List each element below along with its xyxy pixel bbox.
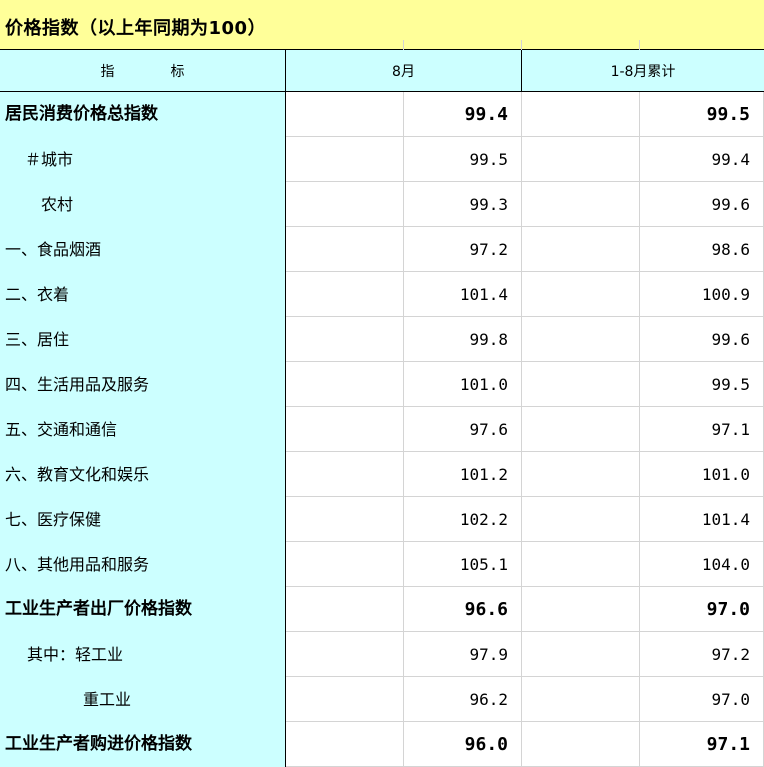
month-value[interactable]: 97.6 [404,407,508,452]
month-value[interactable]: 96.2 [404,677,508,722]
row-label[interactable]: 六、教育文化和娱乐 [0,452,149,497]
row-label[interactable]: 工业生产者出厂价格指数 [0,587,192,632]
row-label[interactable]: 三、居住 [0,317,69,362]
cumulative-value[interactable]: 98.6 [640,227,750,272]
header-cumulative[interactable]: 1-8月累计 [522,50,764,91]
grid-line [403,92,404,767]
cumulative-value[interactable]: 99.6 [640,317,750,362]
month-value[interactable]: 102.2 [404,497,508,542]
cumulative-value[interactable]: 100.9 [640,272,750,317]
month-value[interactable]: 99.4 [404,92,508,137]
row-label[interactable]: 农村 [0,182,73,227]
month-value[interactable]: 101.0 [404,362,508,407]
grid-line [639,92,640,767]
header-month[interactable]: 8月 [286,50,521,91]
sheet-title: 价格指数（以上年同期为100） [5,18,267,39]
cumulative-value[interactable]: 97.0 [640,677,750,722]
table-row: 一、食品烟酒 97.2 98.6 [0,227,764,272]
table-row: 二、衣着 101.4 100.9 [0,272,764,317]
cumulative-value[interactable]: 101.4 [640,497,750,542]
table-row: 五、交通和通信 97.6 97.1 [0,407,764,452]
row-label[interactable]: 二、衣着 [0,272,69,317]
table-row: 农村 99.3 99.6 [0,182,764,227]
row-label[interactable]: ＃城市 [0,137,73,182]
cumulative-value[interactable]: 99.6 [640,182,750,227]
header-indicator[interactable]: 指标 [0,50,285,91]
row-label[interactable]: 其中：轻工业 [0,632,123,677]
row-label[interactable]: 五、交通和通信 [0,407,117,452]
month-value[interactable]: 101.2 [404,452,508,497]
row-label[interactable]: 工业生产者购进价格指数 [0,722,192,767]
table-row: ＃城市 99.5 99.4 [0,137,764,182]
month-value[interactable]: 97.2 [404,227,508,272]
header-row: 指标 8月 1-8月累计 [0,50,764,92]
month-value[interactable]: 99.3 [404,182,508,227]
table-row: 工业生产者购进价格指数 96.0 97.1 [0,722,764,767]
month-value[interactable]: 96.0 [404,722,508,767]
row-label[interactable]: 居民消费价格总指数 [0,92,158,137]
price-index-sheet: 价格指数（以上年同期为100） 指标 8月 1-8月累计 居民消费价格总指数 99… [0,0,764,767]
table-row: 八、其他用品和服务 105.1 104.0 [0,542,764,587]
cumulative-value[interactable]: 97.0 [640,587,750,632]
month-value[interactable]: 105.1 [404,542,508,587]
row-label[interactable]: 一、食品烟酒 [0,227,101,272]
row-label[interactable]: 八、其他用品和服务 [0,542,149,587]
grid-line [521,92,522,767]
cumulative-value[interactable]: 104.0 [640,542,750,587]
table-row: 四、生活用品及服务 101.0 99.5 [0,362,764,407]
month-value[interactable]: 99.8 [404,317,508,362]
table-row: 三、居住 99.8 99.6 [0,317,764,362]
month-value[interactable]: 99.5 [404,137,508,182]
table-row: 居民消费价格总指数 99.4 99.5 [0,92,764,137]
row-label[interactable]: 重工业 [0,677,131,722]
cumulative-value[interactable]: 97.1 [640,722,750,767]
month-value[interactable]: 97.9 [404,632,508,677]
table-row: 工业生产者出厂价格指数 96.6 97.0 [0,587,764,632]
cumulative-value[interactable]: 99.5 [640,362,750,407]
row-label[interactable]: 七、医疗保健 [0,497,101,542]
grid-line [285,92,286,767]
title-row: 价格指数（以上年同期为100） [0,0,764,50]
cumulative-value[interactable]: 101.0 [640,452,750,497]
cumulative-value[interactable]: 97.2 [640,632,750,677]
row-label[interactable]: 四、生活用品及服务 [0,362,149,407]
month-value[interactable]: 96.6 [404,587,508,632]
cumulative-value[interactable]: 97.1 [640,407,750,452]
table-row: 六、教育文化和娱乐 101.2 101.0 [0,452,764,497]
cumulative-value[interactable]: 99.4 [640,137,750,182]
cumulative-value[interactable]: 99.5 [640,92,750,137]
table-body: 居民消费价格总指数 99.4 99.5 ＃城市 99.5 99.4 农村 99.3 99.6 一、… [0,92,764,767]
table-row: 其中：轻工业 97.9 97.2 [0,632,764,677]
table-row: 重工业 96.2 97.0 [0,677,764,722]
table-row: 七、医疗保健 102.2 101.4 [0,497,764,542]
month-value[interactable]: 101.4 [404,272,508,317]
